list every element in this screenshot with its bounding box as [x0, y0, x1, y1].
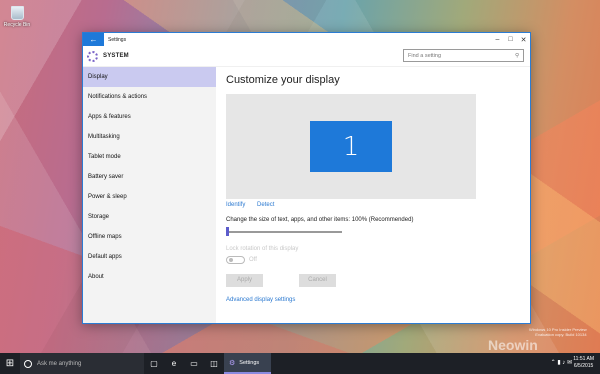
- search-icon[interactable]: ⚲: [515, 53, 519, 59]
- close-button[interactable]: ✕: [517, 36, 530, 44]
- windows-logo-icon: ⊞: [5, 358, 15, 369]
- page-title: Customize your display: [226, 74, 340, 86]
- back-arrow-icon: ←: [89, 35, 98, 44]
- recycle-bin-icon: [10, 6, 24, 20]
- display-links: Identify Detect: [226, 202, 284, 208]
- taskbar: ⊞ Ask me anything ▢ e ▭ ◫ ⚙ Settings: [0, 353, 600, 374]
- monitor-1-tile[interactable]: 1: [310, 121, 392, 172]
- clock-date: 6/5/2015: [573, 363, 594, 369]
- rotation-lock-label: Lock rotation of this display: [226, 246, 299, 252]
- detect-link[interactable]: Detect: [257, 202, 274, 208]
- sidebar-item-battery-saver[interactable]: Battery saver: [83, 167, 216, 187]
- cortana-placeholder: Ask me anything: [37, 360, 82, 367]
- sidebar-item-notifications[interactable]: Notifications & actions: [83, 87, 216, 107]
- toggle-state-label: Off: [249, 257, 257, 263]
- neowin-watermark: Neowin: [488, 337, 538, 353]
- advanced-display-settings-link[interactable]: Advanced display settings: [226, 297, 295, 303]
- title-bar: ← Settings – □ ✕: [83, 33, 530, 46]
- sidebar: Display Notifications & actions Apps & f…: [83, 67, 216, 323]
- sidebar-item-display[interactable]: Display: [83, 67, 216, 87]
- system-tray-icons[interactable]: ⌃ ▮ ♪ ✉: [551, 359, 572, 366]
- recycle-bin-desktop-icon[interactable]: Recycle Bin: [3, 6, 31, 29]
- cancel-button[interactable]: Cancel: [299, 274, 336, 287]
- search-placeholder: Find a setting: [408, 52, 442, 59]
- sidebar-item-default-apps[interactable]: Default apps: [83, 247, 216, 267]
- identify-link[interactable]: Identify: [226, 202, 245, 208]
- sidebar-item-offline-maps[interactable]: Offline maps: [83, 227, 216, 247]
- minimize-button[interactable]: –: [491, 36, 504, 43]
- scale-slider-track[interactable]: [226, 231, 342, 233]
- recycle-bin-label: Recycle Bin: [3, 22, 31, 28]
- scale-label: Change the size of text, apps, and other…: [226, 217, 414, 223]
- taskbar-clock[interactable]: 11:51 AM 6/5/2015: [573, 356, 594, 370]
- sidebar-item-tablet-mode[interactable]: Tablet mode: [83, 147, 216, 167]
- cortana-search-box[interactable]: Ask me anything: [20, 353, 144, 374]
- section-title: SYSTEM: [103, 53, 129, 59]
- edge-browser-icon[interactable]: e: [164, 353, 184, 374]
- search-field[interactable]: Find a setting ⚲: [403, 49, 524, 62]
- display-preview: 1: [226, 94, 476, 199]
- sidebar-item-multitasking[interactable]: Multitasking: [83, 127, 216, 147]
- sidebar-item-about[interactable]: About: [83, 267, 216, 287]
- gear-icon: [87, 50, 98, 62]
- scale-slider-thumb[interactable]: [226, 227, 229, 236]
- build-watermark: Windows 10 Pro Insider Preview Evaluatio…: [529, 327, 587, 337]
- task-view-icon[interactable]: ▢: [144, 353, 164, 374]
- sidebar-item-storage[interactable]: Storage: [83, 207, 216, 227]
- apply-button[interactable]: Apply: [226, 274, 263, 287]
- store-icon[interactable]: ◫: [204, 353, 224, 374]
- settings-window: ← Settings – □ ✕ SYSTEM Find a setting ⚲…: [82, 32, 531, 324]
- taskbar-settings-app[interactable]: ⚙ Settings: [224, 353, 271, 374]
- settings-gear-icon: ⚙: [229, 359, 236, 367]
- sidebar-item-apps-features[interactable]: Apps & features: [83, 107, 216, 127]
- sidebar-item-power-sleep[interactable]: Power & sleep: [83, 187, 216, 207]
- start-button[interactable]: ⊞: [0, 353, 20, 374]
- taskbar-app-label: Settings: [239, 359, 260, 366]
- maximize-button[interactable]: □: [504, 36, 517, 43]
- back-button[interactable]: ←: [83, 33, 104, 46]
- clock-time: 11:51 AM: [573, 356, 594, 362]
- window-title: Settings: [108, 36, 127, 43]
- rotation-lock-toggle[interactable]: [226, 256, 245, 264]
- cortana-icon: [24, 359, 32, 368]
- file-explorer-icon[interactable]: ▭: [184, 353, 204, 374]
- display-settings-panel: Customize your display 1 Identify Detect…: [226, 67, 530, 323]
- toggle-knob: [229, 258, 233, 262]
